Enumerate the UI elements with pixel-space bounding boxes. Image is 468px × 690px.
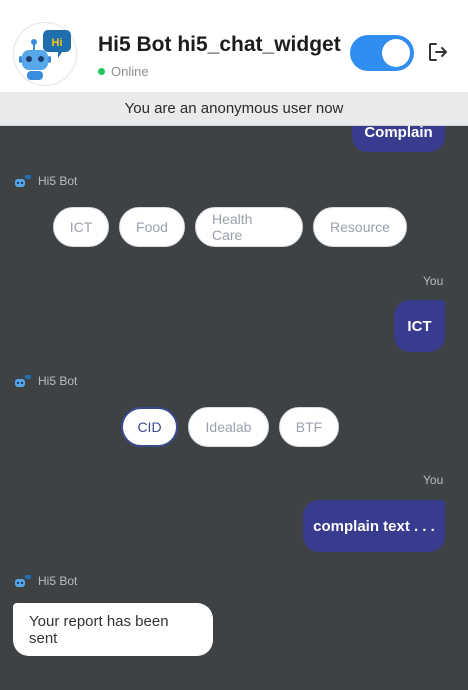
quick-replies-subcategory: CID Idealab BTF: [121, 407, 339, 447]
bot-message: Your report has been sent: [13, 603, 213, 656]
bot-sender-label: Hi5 Bot: [14, 574, 77, 588]
quick-replies-category: ICT Food Health Care Resource: [53, 207, 407, 247]
chat-title: Hi5 Bot hi5_chat_widget: [98, 33, 341, 56]
option-health-care[interactable]: Health Care: [195, 207, 303, 247]
option-ict[interactable]: ICT: [53, 207, 109, 247]
chat-header: Hi Hi5 Bot hi5_chat_widget Online: [0, 0, 468, 92]
bot-sender-label: Hi5 Bot: [14, 374, 77, 388]
anonymous-banner: You are an anonymous user now: [0, 92, 468, 126]
bot-toggle[interactable]: [350, 35, 414, 71]
option-cid[interactable]: CID: [121, 407, 178, 447]
logout-icon[interactable]: [426, 40, 450, 64]
toggle-knob: [382, 39, 410, 67]
sender-name: Hi5 Bot: [38, 574, 78, 588]
option-btf[interactable]: BTF: [279, 407, 339, 447]
bot-small-icon: [15, 375, 31, 387]
sender-name: Hi5 Bot: [38, 374, 78, 388]
online-status: Online: [98, 64, 149, 79]
bot-avatar: Hi: [13, 22, 77, 86]
sender-name: Hi5 Bot: [38, 174, 78, 188]
bot-small-icon: [15, 175, 31, 187]
bot-small-icon: [15, 575, 31, 587]
you-label: You: [423, 473, 444, 487]
you-label: You: [423, 274, 444, 288]
option-idealab[interactable]: Idealab: [188, 407, 269, 447]
user-message-partial: Complain: [352, 126, 445, 152]
chat-area: Complain Hi5 Bot ICT Food Health Care Re…: [0, 126, 468, 690]
user-message-complain: complain text . . .: [303, 500, 445, 552]
option-resource[interactable]: Resource: [313, 207, 407, 247]
online-dot-icon: [98, 68, 105, 75]
option-food[interactable]: Food: [119, 207, 185, 247]
robot-icon: Hi: [19, 30, 71, 80]
bot-sender-label: Hi5 Bot: [14, 174, 77, 188]
avatar-badge-text: Hi: [52, 37, 63, 49]
status-label: Online: [111, 64, 149, 79]
user-message-ict: ICT: [394, 300, 445, 352]
